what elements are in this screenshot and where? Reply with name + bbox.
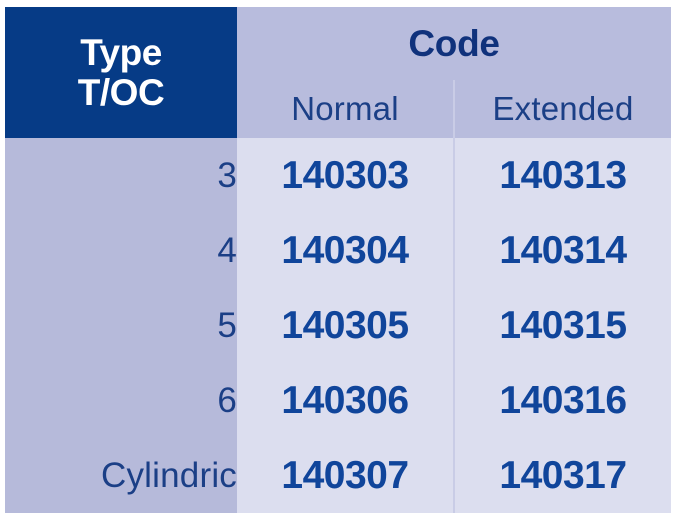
- cell-code-extended: 140313: [453, 138, 671, 213]
- header-row-primary: Type T/OC Code: [5, 7, 671, 138]
- cell-code-extended: 140316: [453, 363, 671, 438]
- cell-type: 5: [5, 288, 237, 363]
- table-row: 4 140304 140314: [5, 213, 671, 288]
- header-cell-normal: Normal: [237, 80, 454, 138]
- cell-type: 3: [5, 138, 237, 213]
- cell-type: 4: [5, 213, 237, 288]
- cell-code-normal: 140305: [237, 288, 454, 363]
- cell-code-extended: 140317: [453, 438, 671, 513]
- table-body: 3 140303 140313 4 140304 140314 5 140305…: [5, 138, 671, 513]
- cell-code-normal: 140303: [237, 138, 454, 213]
- cell-code-normal: 140306: [237, 363, 454, 438]
- table-row: 3 140303 140313: [5, 138, 671, 213]
- cell-code-extended: 140315: [453, 288, 671, 363]
- header-cell-extended: Extended: [453, 80, 671, 138]
- type-code-table: Type T/OC Code Normal Extended 3 140303 …: [5, 7, 671, 513]
- table-row: 5 140305 140315: [5, 288, 671, 363]
- table-row: Cylindric 140307 140317: [5, 438, 671, 513]
- header-cell-code: Code: [237, 7, 671, 80]
- cell-code-normal: 140304: [237, 213, 454, 288]
- header-type-line1: Type: [80, 31, 162, 73]
- cell-code-extended: 140314: [453, 213, 671, 288]
- table-row: 6 140306 140316: [5, 363, 671, 438]
- cell-type: 6: [5, 363, 237, 438]
- cell-type: Cylindric: [5, 438, 237, 513]
- table-header: Type T/OC Code Normal Extended: [5, 7, 671, 138]
- header-cell-type: Type T/OC: [5, 7, 237, 138]
- header-type-line2: T/OC: [77, 71, 165, 113]
- code-table-container: Type T/OC Code Normal Extended 3 140303 …: [5, 7, 671, 513]
- cell-code-normal: 140307: [237, 438, 454, 513]
